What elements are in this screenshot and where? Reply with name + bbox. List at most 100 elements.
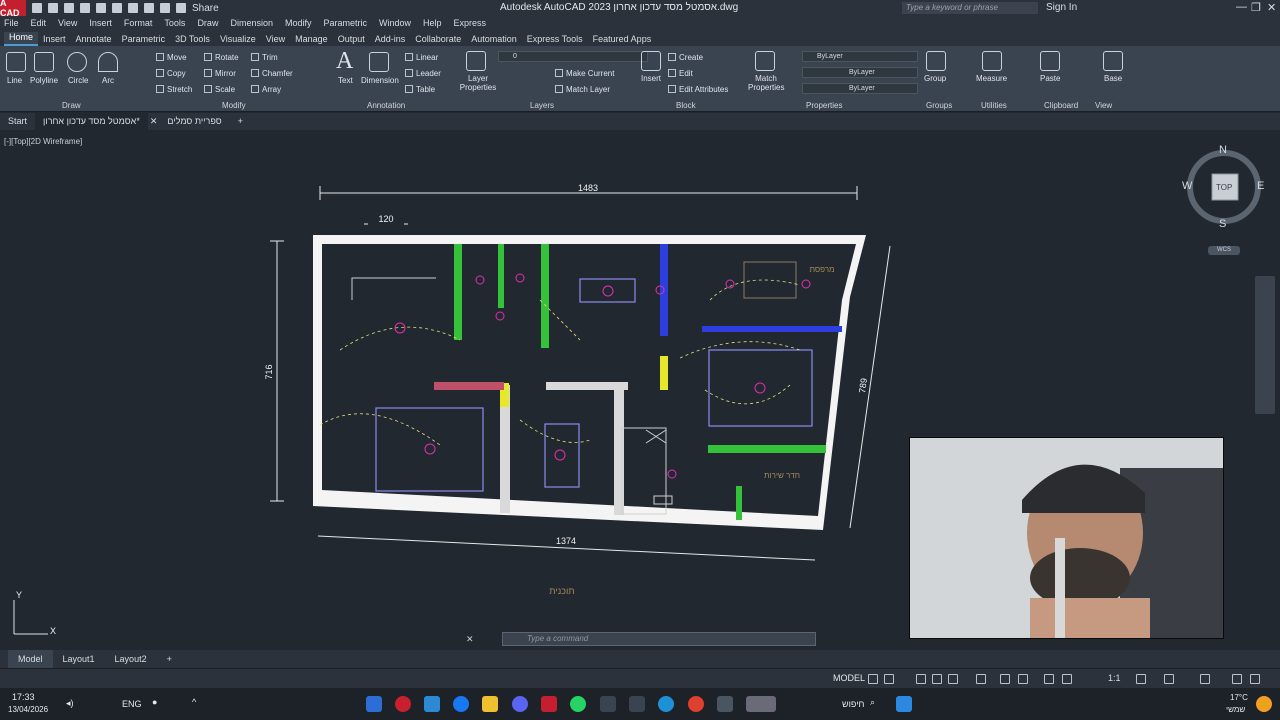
mobile-icon[interactable] xyxy=(112,3,122,13)
line-button[interactable]: Line xyxy=(7,76,22,85)
menu-parametric[interactable]: Parametric xyxy=(324,18,368,28)
print-icon[interactable] xyxy=(176,3,186,13)
text-button[interactable]: Text xyxy=(338,76,353,85)
base-view-icon[interactable] xyxy=(1103,51,1123,71)
osnap-icon[interactable] xyxy=(1000,674,1010,684)
weather-icon[interactable] xyxy=(1256,696,1272,712)
snap-icon[interactable] xyxy=(884,674,894,684)
layer-properties-button[interactable]: Layer Properties xyxy=(458,74,498,92)
clock-time[interactable]: 17:33 xyxy=(12,692,35,702)
isodraft-icon[interactable] xyxy=(948,674,958,684)
search-highlight-icon[interactable] xyxy=(746,696,776,712)
trim-button[interactable]: Trim xyxy=(251,53,278,62)
tab-output[interactable]: Output xyxy=(333,34,370,46)
color-dropdown[interactable]: ByLayer xyxy=(802,51,918,62)
workspace-icon[interactable] xyxy=(1136,674,1146,684)
chamfer-button[interactable]: Chamfer xyxy=(251,69,293,78)
viewport-controls[interactable]: [-][Top][2D Wireframe] xyxy=(4,137,82,146)
autocad-taskbar-icon[interactable] xyxy=(541,696,557,712)
compass-east[interactable]: E xyxy=(1257,180,1264,192)
tab-layout1[interactable]: Layout1 xyxy=(53,650,105,668)
stretch-button[interactable]: Stretch xyxy=(156,85,192,94)
new-tab-icon[interactable]: + xyxy=(230,113,251,130)
help-search-input[interactable]: Type a keyword or phrase xyxy=(902,2,1038,14)
model-space-button[interactable]: MODEL xyxy=(833,673,865,683)
polyline-button[interactable]: Polyline xyxy=(30,76,58,85)
minimize-icon[interactable]: — xyxy=(1236,1,1247,13)
base-view-button[interactable]: Base xyxy=(1104,74,1122,83)
app-icon[interactable] xyxy=(629,696,645,712)
tab-visualize[interactable]: Visualize xyxy=(215,34,261,46)
tab-insert[interactable]: Insert xyxy=(38,34,71,46)
ortho-icon[interactable] xyxy=(916,674,926,684)
tab-automation[interactable]: Automation xyxy=(466,34,522,46)
search-icon[interactable]: ⌕ xyxy=(870,697,875,708)
menu-window[interactable]: Window xyxy=(379,18,411,28)
speaker-icon[interactable]: ◂) xyxy=(66,698,74,709)
facebook-icon[interactable] xyxy=(453,696,469,712)
block-panel-label[interactable]: Block xyxy=(676,101,696,110)
wcs-menu[interactable]: WCS xyxy=(1208,246,1240,255)
tab-parametric[interactable]: Parametric xyxy=(117,34,171,46)
transparency-icon[interactable] xyxy=(1044,674,1054,684)
tab-3d-tools[interactable]: 3D Tools xyxy=(170,34,215,46)
make-current-button[interactable]: Make Current xyxy=(555,69,614,78)
linear-button[interactable]: Linear xyxy=(405,53,438,62)
object-track-icon[interactable] xyxy=(976,674,986,684)
tab-express-tools[interactable]: Express Tools xyxy=(522,34,588,46)
insert-block-icon[interactable] xyxy=(641,51,661,71)
menu-file[interactable]: File xyxy=(4,18,19,28)
annotation-panel-label[interactable]: Annotation xyxy=(367,101,405,110)
insert-block-button[interactable]: Insert xyxy=(641,74,661,83)
discord-icon[interactable] xyxy=(512,696,528,712)
scale-selector[interactable]: 1:1 xyxy=(1108,673,1121,683)
tab-layout2[interactable]: Layout2 xyxy=(105,650,157,668)
leader-button[interactable]: Leader xyxy=(405,69,441,78)
edge-icon[interactable] xyxy=(658,696,674,712)
command-close-icon[interactable]: ✕ xyxy=(466,634,474,645)
customize-icon[interactable] xyxy=(1250,674,1260,684)
properties-panel-label[interactable]: Properties xyxy=(806,101,842,110)
linetype-dropdown[interactable]: ByLayer xyxy=(802,67,918,78)
text-icon[interactable]: A xyxy=(336,48,353,75)
plus-icon[interactable] xyxy=(1164,674,1174,684)
match-properties-icon[interactable] xyxy=(755,51,775,71)
menu-tools[interactable]: Tools xyxy=(164,18,185,28)
tab-collaborate[interactable]: Collaborate xyxy=(410,34,466,46)
menu-help[interactable]: Help xyxy=(423,18,442,28)
tab-add-ins[interactable]: Add-ins xyxy=(370,34,411,46)
utilities-panel-label[interactable]: Utilities xyxy=(981,101,1007,110)
menu-format[interactable]: Format xyxy=(124,18,153,28)
circle-icon[interactable] xyxy=(67,52,87,72)
navigation-bar[interactable] xyxy=(1255,276,1275,414)
edit-attributes-button[interactable]: Edit Attributes xyxy=(668,85,728,94)
polar-icon[interactable] xyxy=(932,674,942,684)
menu-express[interactable]: Express xyxy=(454,18,487,28)
grid-icon[interactable] xyxy=(868,674,878,684)
close-tab-icon[interactable]: ✕ xyxy=(148,113,160,130)
close-icon[interactable]: ✕ xyxy=(1267,1,1276,14)
save-as-icon[interactable] xyxy=(80,3,90,13)
viewcube[interactable]: N S E W TOP xyxy=(1182,144,1266,230)
menu-modify[interactable]: Modify xyxy=(285,18,312,28)
menu-insert[interactable]: Insert xyxy=(89,18,112,28)
taskbar-search[interactable]: חיפוש xyxy=(842,699,864,709)
copy-button[interactable]: Copy xyxy=(156,69,186,78)
command-input[interactable]: Type a command xyxy=(502,632,816,646)
mirror-button[interactable]: Mirror xyxy=(204,69,236,78)
modify-panel-label[interactable]: Modify xyxy=(222,101,246,110)
open-icon[interactable] xyxy=(48,3,58,13)
group-icon[interactable] xyxy=(926,51,946,71)
start-icon[interactable] xyxy=(896,696,912,712)
compass-north[interactable]: N xyxy=(1219,144,1227,156)
autocad-logo[interactable]: A CAD xyxy=(0,0,26,18)
compass-south[interactable]: S xyxy=(1219,218,1226,230)
layer-dropdown[interactable]: 0 xyxy=(498,51,648,62)
lineweight-dropdown[interactable]: ByLayer xyxy=(802,83,918,94)
measure-button[interactable]: Measure xyxy=(976,74,1007,83)
paste-icon[interactable] xyxy=(1040,51,1060,71)
save-icon[interactable] xyxy=(64,3,74,13)
clipboard-panel-label[interactable]: Clipboard xyxy=(1044,101,1078,110)
arc-button[interactable]: Arc xyxy=(102,76,114,85)
tab-symbol-library[interactable]: ספריית סמלים xyxy=(159,113,229,130)
